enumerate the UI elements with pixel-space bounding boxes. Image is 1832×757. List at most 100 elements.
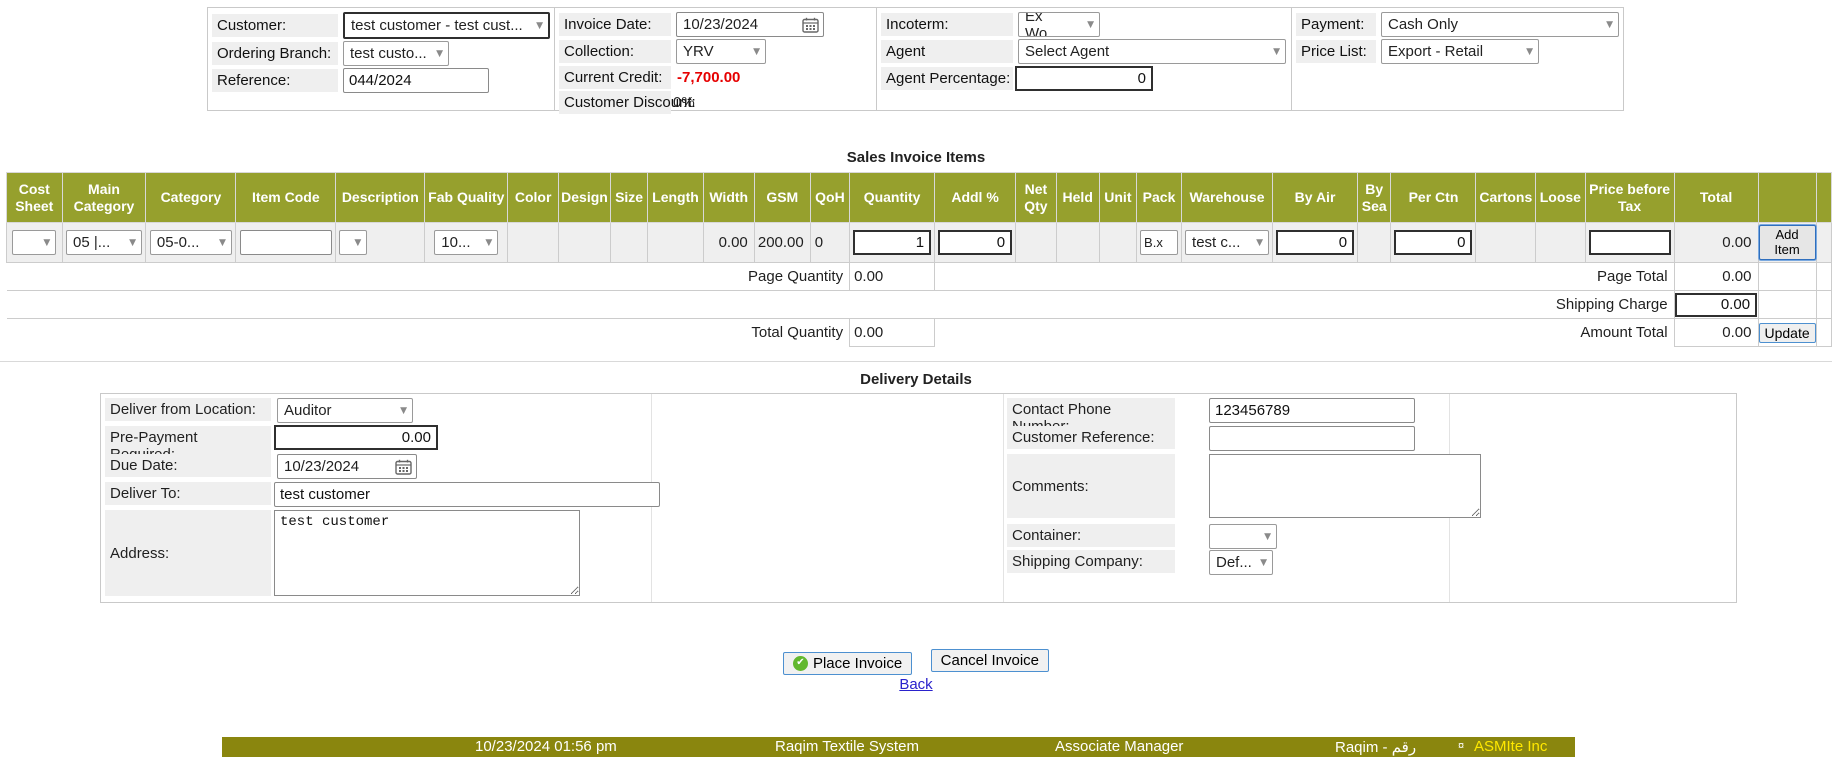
reference-input[interactable]: [343, 68, 489, 93]
comments-textarea[interactable]: [1209, 454, 1481, 518]
cost-sheet-select[interactable]: ▼: [12, 230, 57, 256]
current-credit-label: Current Credit:: [559, 66, 671, 89]
contact-phone-input[interactable]: [1209, 398, 1415, 423]
pack-select[interactable]: B.x: [1140, 230, 1179, 255]
fab-quality-select[interactable]: 10... ▼: [434, 230, 499, 255]
by-sea-cell: [1357, 222, 1392, 263]
category-select[interactable]: 05-0... ▼: [149, 230, 232, 255]
payment-box: Payment: Cash Only ▼ Price List: Export …: [1292, 7, 1624, 111]
customer-label: Customer:: [212, 14, 338, 37]
address-label: Address:: [105, 510, 271, 596]
collection-label: Collection:: [559, 40, 671, 63]
col-addl-pct: Addl %: [934, 172, 1017, 223]
footer-bar: 10/23/2024 01:56 pm Raqim Textile System…: [222, 737, 1748, 757]
invoice-date-label: Invoice Date:: [559, 13, 671, 36]
divider: [1003, 394, 1004, 602]
width-value: 0.00: [702, 222, 755, 263]
payment-select[interactable]: Cash Only ▼: [1381, 12, 1619, 37]
col-item-code: Item Code: [235, 172, 337, 223]
price-list-select[interactable]: Export - Retail ▼: [1381, 39, 1539, 64]
page-total-label: Page Total: [934, 262, 1675, 291]
item-code-input[interactable]: [239, 230, 332, 255]
quantity-input[interactable]: [853, 230, 932, 255]
col-length: Length: [647, 172, 704, 223]
length-cell: [647, 222, 704, 263]
container-select[interactable]: ▼: [1209, 524, 1277, 549]
pre-payment-input[interactable]: [274, 425, 438, 450]
address-textarea[interactable]: test customer: [274, 510, 580, 596]
footer-timestamp: 10/23/2024 01:56 pm: [475, 738, 617, 755]
customer-discount-value: 0%: [673, 94, 695, 111]
col-cost-sheet: Cost Sheet: [6, 172, 63, 223]
net-qty-cell: [1015, 222, 1057, 263]
footer-marker-icon: ¤: [1458, 740, 1465, 752]
amount-total-value: 0.00: [1673, 318, 1759, 347]
customer-reference-label: Customer Reference:: [1007, 426, 1175, 449]
shipping-charge-input[interactable]: [1675, 292, 1758, 317]
delivery-details-title: Delivery Details: [860, 371, 972, 388]
deliver-to-input[interactable]: [274, 482, 660, 507]
current-credit-value: -7,700.00: [677, 69, 741, 86]
divider: [0, 361, 1832, 362]
calendar-icon[interactable]: [395, 459, 412, 475]
payment-label: Payment:: [1296, 13, 1376, 36]
action-buttons: ✔ Place Invoice Cancel Invoice: [0, 649, 1832, 675]
incoterm-select[interactable]: Ex Wo... ▼: [1018, 12, 1100, 37]
place-invoice-button[interactable]: ✔ Place Invoice: [782, 651, 913, 675]
ordering-branch-select[interactable]: test custo... ▼: [343, 41, 449, 66]
chevron-down-icon: ▼: [1087, 19, 1094, 30]
invoice-info-box: Invoice Date: 10/23/2024 Collection: YRV: [555, 7, 877, 114]
gsm-value: 200.00: [753, 222, 811, 263]
customer-reference-input[interactable]: [1209, 426, 1415, 451]
per-ctn-input[interactable]: [1394, 230, 1473, 255]
col-end: [1815, 172, 1832, 223]
customer-select[interactable]: test customer - test cust... ▼: [343, 12, 550, 39]
total-quantity-label: Total Quantity: [6, 318, 850, 347]
shipping-company-label: Shipping Company:: [1007, 550, 1175, 573]
col-size: Size: [609, 172, 649, 223]
description-select[interactable]: ▼: [339, 230, 368, 256]
due-date-input[interactable]: 10/23/2024: [277, 454, 417, 479]
warehouse-select[interactable]: test c... ▼: [1185, 230, 1270, 255]
chevron-down-icon: ▼: [1256, 237, 1264, 248]
main-category-select[interactable]: 05 |... ▼: [66, 230, 142, 255]
total-quantity-value: 0.00: [849, 318, 936, 347]
incoterm-label: Incoterm:: [881, 13, 1013, 36]
col-pack: Pack: [1136, 172, 1183, 223]
price-before-tax-input[interactable]: [1588, 230, 1671, 255]
back-row: Back: [0, 676, 1832, 694]
footer-system-name: Raqim Textile System: [775, 738, 919, 755]
collection-select[interactable]: YRV ▼: [676, 39, 766, 64]
deliver-to-label: Deliver To:: [105, 482, 271, 505]
price-list-label: Price List:: [1296, 40, 1376, 63]
page-quantity-label: Page Quantity: [6, 262, 850, 291]
col-qoh: QoH: [809, 172, 851, 223]
col-net-qty: Net Qty: [1015, 172, 1057, 223]
addl-pct-input[interactable]: [938, 230, 1013, 255]
invoice-date-input[interactable]: 10/23/2024: [676, 12, 824, 37]
agent-percentage-input[interactable]: [1015, 66, 1153, 91]
col-price-before-tax: Price before Tax: [1584, 172, 1675, 223]
footer-company-link[interactable]: ASMIte Inc: [1474, 738, 1547, 755]
cancel-invoice-button[interactable]: Cancel Invoice: [930, 649, 1050, 672]
size-cell: [609, 222, 649, 263]
by-air-input[interactable]: [1276, 230, 1355, 255]
col-by-sea: By Sea: [1357, 172, 1392, 223]
deliver-from-location-select[interactable]: Auditor ▼: [277, 398, 413, 423]
shipping-charge-row: Shipping Charge: [6, 290, 1832, 319]
col-gsm: GSM: [753, 172, 811, 223]
sales-invoice-items-table: Cost Sheet Main Category Category Item C…: [6, 172, 1832, 347]
col-description: Description: [335, 172, 426, 223]
ordering-branch-label: Ordering Branch:: [212, 42, 338, 65]
col-quantity: Quantity: [849, 172, 936, 223]
shipping-company-select[interactable]: Def... ▼: [1209, 550, 1273, 575]
end-cell: [1815, 222, 1832, 263]
calendar-icon[interactable]: [802, 17, 819, 33]
loose-cell: [1535, 222, 1586, 263]
agent-select[interactable]: Select Agent ▼: [1018, 39, 1286, 64]
col-category: Category: [145, 172, 237, 223]
update-button[interactable]: Update: [1758, 322, 1816, 343]
add-item-button[interactable]: Add Item: [1758, 225, 1816, 260]
page-summary-row: Page Quantity 0.00 Page Total 0.00: [6, 262, 1832, 291]
back-link[interactable]: Back: [899, 676, 932, 693]
